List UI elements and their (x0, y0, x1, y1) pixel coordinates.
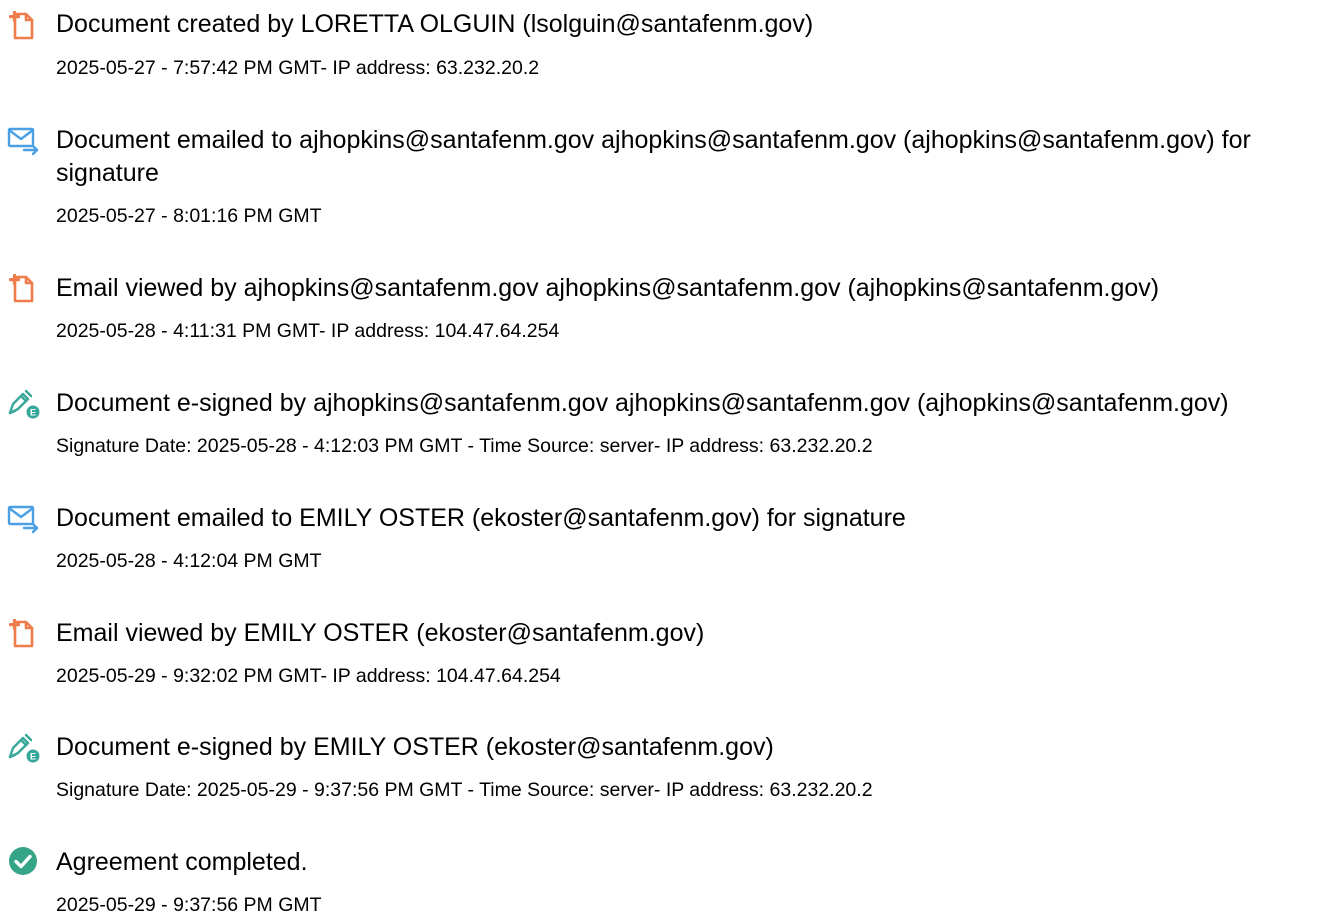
event-timestamp: 2025-05-28 - 4:12:04 PM GMT (56, 550, 322, 572)
event-timestamp: 2025-05-29 - 9:32:02 PM GMT- IP address:… (56, 665, 561, 687)
event-timestamp: Signature Date: 2025-05-29 - 9:37:56 PM … (56, 779, 873, 801)
email-sent-icon (7, 127, 39, 156)
email-viewed-icon (9, 274, 34, 303)
event-title: Document emailed to ajhopkins@santafenm.… (56, 126, 1251, 187)
event-timestamp: 2025-05-27 - 7:57:42 PM GMT- IP address:… (56, 57, 540, 79)
event-title: Agreement completed. (56, 848, 308, 876)
event-title: Document e-signed by EMILY OSTER (ekoste… (56, 733, 774, 761)
event-timestamp: Signature Date: 2025-05-28 - 4:12:03 PM … (56, 435, 873, 457)
event-title: Email viewed by EMILY OSTER (ekoster@san… (56, 619, 705, 647)
document-created-icon (9, 11, 34, 40)
event-timestamp: 2025-05-29 - 9:37:56 PM GMT (56, 894, 322, 916)
audit-history-list: Document created by LORETTA OLGUIN (lsol… (0, 0, 1342, 916)
event-title: Document created by LORETTA OLGUIN (lsol… (56, 10, 814, 38)
svg-text:E: E (30, 752, 36, 762)
e-sign-pen-icon: E (8, 733, 40, 763)
event-title: Email viewed by ajhopkins@santafenm.gov … (56, 274, 1160, 302)
event-title: Document emailed to EMILY OSTER (ekoster… (56, 504, 906, 532)
e-sign-pen-icon: E (8, 389, 40, 419)
event-title: Document e-signed by ajhopkins@santafenm… (56, 389, 1229, 417)
agreement-completed-icon (9, 847, 37, 875)
email-sent-icon (7, 505, 39, 534)
email-viewed-icon (9, 619, 34, 648)
event-timestamp: 2025-05-27 - 8:01:16 PM GMT (56, 205, 322, 227)
event-timestamp: 2025-05-28 - 4:11:31 PM GMT- IP address:… (56, 320, 560, 342)
svg-text:E: E (30, 408, 36, 418)
